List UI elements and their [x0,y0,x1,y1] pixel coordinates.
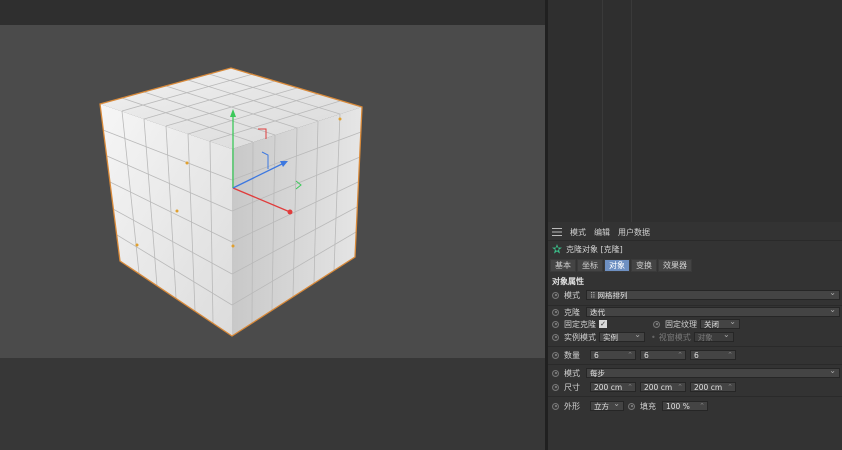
menu-mode[interactable]: 模式 [570,227,586,238]
clone-select[interactable]: 迭代 [586,305,840,317]
size-z-input[interactable]: 200 cm [690,382,736,392]
divider [548,240,842,241]
viewport-mode-label: 视窗模式 [658,332,691,342]
fix-row: 固定克隆 ✓ 固定纹理 关闭 [552,317,740,331]
divider [548,396,842,397]
tab-coord[interactable]: 坐标 [577,258,603,272]
size-x-input[interactable]: 200 cm [590,382,636,392]
mode-row: 模式 ⠿ 网格排列 [552,288,840,302]
animate-toggle[interactable] [552,351,559,359]
size-row: 尺寸 200 cm 200 cm 200 cm [552,380,736,394]
animate-toggle[interactable] [552,383,559,391]
clone-label: 克隆 [564,307,580,317]
viewport-area [0,0,545,450]
tab-basic[interactable]: 基本 [550,258,576,272]
step-mode-row: 模式 每步 [552,366,840,380]
count-y-input[interactable]: 6 [640,350,686,360]
count-z-input[interactable]: 6 [690,350,736,360]
step-mode-label: 模式 [564,368,580,378]
section-title: 对象属性 [552,276,584,286]
count-label: 数量 [564,350,580,360]
size-y-input[interactable]: 200 cm [640,382,686,392]
viewport-mode-select: 对象 [693,330,734,342]
object-title-row: 克隆对象 [克隆] [552,242,623,256]
tab-transform[interactable]: 变换 [631,258,657,272]
column-divider [602,0,603,222]
attribute-tabs: 基本 坐标 对象 变换 效果器 [550,258,693,272]
menu-edit[interactable]: 编辑 [594,227,610,238]
fill-input[interactable]: 100 % [662,401,708,411]
divider [548,364,842,365]
3d-viewport[interactable] [0,25,545,358]
count-row: 数量 6 6 6 [552,348,736,362]
animate-toggle[interactable] [552,402,559,410]
disabled-dot-icon: • [651,332,656,342]
hamburger-icon[interactable] [552,228,562,236]
animate-toggle[interactable] [552,320,559,328]
mode-select[interactable]: ⠿ 网格排列 [586,288,840,300]
step-mode-select[interactable]: 每步 [586,366,840,378]
grid-array-icon: ⠿ [590,291,595,300]
fix-clone-label: 固定克隆 [564,319,596,329]
fix-clone-checkbox[interactable]: ✓ [599,320,607,328]
shape-label: 外形 [564,401,580,411]
object-title: 克隆对象 [克隆] [566,244,623,254]
count-x-input[interactable]: 6 [590,350,636,360]
animate-toggle[interactable] [552,333,559,341]
mode-value: 网格排列 [597,291,628,300]
animate-toggle[interactable] [653,320,660,328]
cube-clone[interactable] [99,67,363,337]
fix-texture-label: 固定纹理 [665,319,697,329]
shape-row: 外形 立方 填充 100 % [552,399,708,413]
shape-select[interactable]: 立方 [590,399,624,411]
animate-toggle[interactable] [552,369,559,377]
size-label: 尺寸 [564,382,580,392]
instance-row: 实例模式 实例 • 视窗模式 对象 [552,330,734,344]
animate-toggle[interactable] [628,402,635,410]
animate-toggle[interactable] [552,308,559,316]
instance-mode-label: 实例模式 [564,332,596,342]
attribute-menu-bar: 模式 编辑 用户数据 [552,225,658,239]
menu-userdata[interactable]: 用户数据 [618,227,650,238]
mode-label: 模式 [564,290,580,300]
tab-object[interactable]: 对象 [604,258,630,272]
cloner-icon [552,244,562,254]
viewport-scene [99,67,363,337]
tab-effectors[interactable]: 效果器 [658,258,692,272]
column-divider [631,0,632,222]
fill-label: 填充 [640,401,656,411]
instance-mode-select[interactable]: 实例 [599,330,645,342]
animate-toggle[interactable] [552,291,559,299]
timeline-area [0,358,545,450]
divider [548,346,842,347]
attribute-manager: 模式 编辑 用户数据 克隆对象 [克隆] 基本 坐标 对象 变换 效果器 对象属… [548,222,842,450]
viewport-header [0,0,545,25]
fix-texture-select[interactable]: 关闭 [700,317,740,329]
